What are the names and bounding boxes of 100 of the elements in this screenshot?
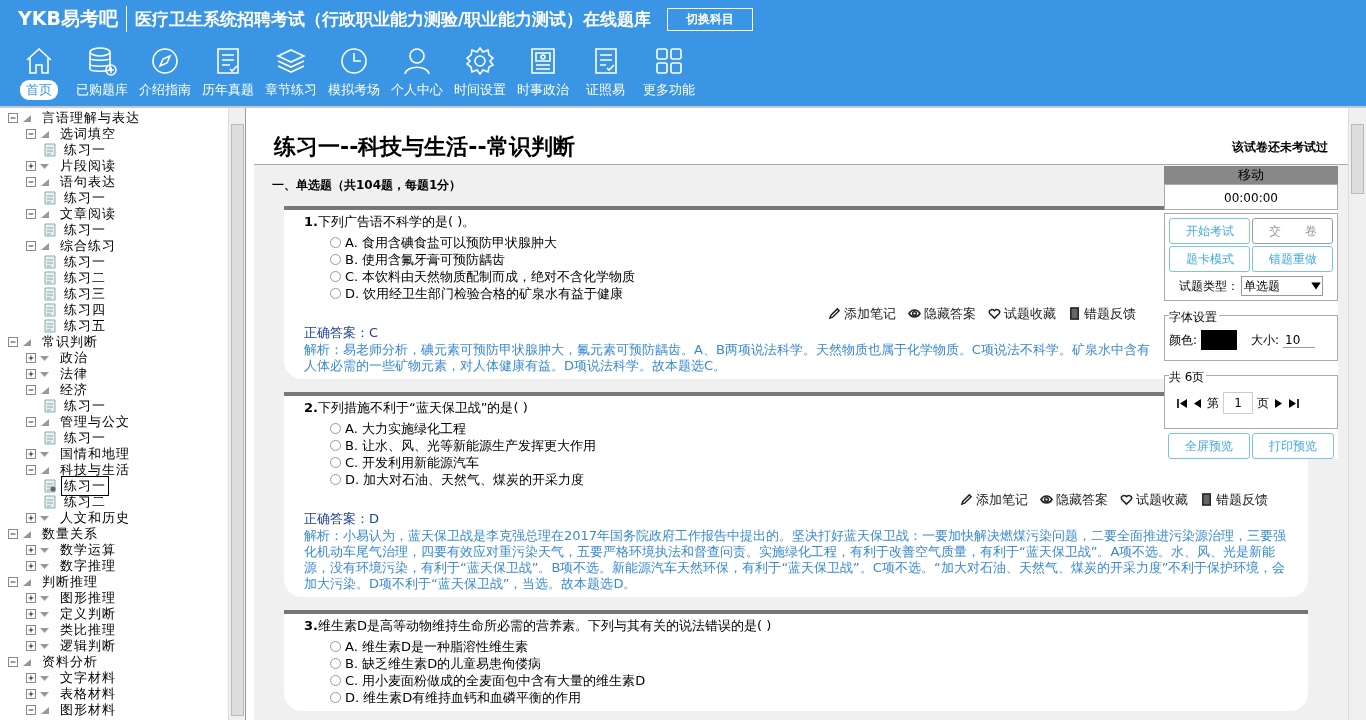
triangle-icon: [21, 113, 32, 123]
explanation-text: 解析：易老师分析，碘元素可预防甲状腺肿大，氟元素可预防龋齿。A、B两项说法科学。天然物质也属于化学物质。C项说法不科学。矿泉水中含有人体必需的一些矿物元素，对人体健康有益。D项说法科学。故本题选C。: [304, 342, 1151, 374]
expand-icon[interactable]: [26, 545, 36, 555]
action-link[interactable]: 错题反馈: [1068, 304, 1136, 323]
scrollbar[interactable]: [228, 108, 245, 720]
radio-button[interactable]: [330, 692, 341, 703]
radio-button[interactable]: [330, 254, 341, 265]
scrollbar[interactable]: [1348, 108, 1366, 720]
triangle-icon: [39, 129, 50, 139]
expand-icon[interactable]: [26, 641, 36, 651]
down-triangle-icon: [39, 369, 50, 379]
option-label[interactable]: B. 缺乏维生素D的儿童易患佝偻病: [345, 654, 542, 673]
option-label[interactable]: D. 饮用经卫生部门检验合格的矿泉水有益于健康: [345, 284, 624, 303]
expand-icon[interactable]: [26, 161, 36, 171]
option-label[interactable]: C. 本饮料由天然物质配制而成，绝对不含化学物质: [345, 267, 636, 286]
collapse-icon[interactable]: [26, 209, 36, 219]
action-link[interactable]: 隐藏答案: [908, 304, 976, 323]
action-link[interactable]: 试题收藏: [988, 304, 1056, 323]
expand-icon[interactable]: [26, 625, 36, 635]
option-label[interactable]: C. 开发利用新能源汽车: [345, 453, 480, 472]
collapse-icon[interactable]: [26, 417, 36, 427]
tree-item[interactable]: 练习一: [61, 476, 109, 496]
triangle-icon: [39, 385, 50, 395]
radio-button[interactable]: [330, 457, 341, 468]
radio-button[interactable]: [330, 474, 341, 485]
option-label[interactable]: A. 大力实施绿化工程: [345, 419, 466, 438]
document-pin-icon: [44, 479, 56, 493]
timer-display: 00:00:00: [1164, 184, 1338, 210]
document-icon: [44, 223, 56, 237]
heart-icon: [1120, 493, 1133, 506]
expand-icon[interactable]: [26, 513, 36, 523]
collapse-icon[interactable]: [8, 337, 18, 347]
radio-button[interactable]: [330, 440, 341, 451]
radio-button[interactable]: [330, 288, 341, 299]
expand-icon[interactable]: [26, 449, 36, 459]
collapse-icon[interactable]: [26, 465, 36, 475]
pencil-icon: [960, 493, 973, 506]
correct-answer: 正确答案：D: [304, 510, 380, 528]
collapse-icon[interactable]: [8, 657, 18, 667]
down-triangle-icon: [39, 513, 50, 523]
expand-icon[interactable]: [26, 609, 36, 619]
collapse-icon[interactable]: [8, 529, 18, 539]
action-link[interactable]: 隐藏答案: [1040, 490, 1108, 509]
collapse-icon[interactable]: [26, 241, 36, 251]
collapse-icon[interactable]: [26, 385, 36, 395]
last-page-icon[interactable]: [1288, 398, 1299, 408]
option-label[interactable]: B. 使用含氟牙膏可预防龋齿: [345, 250, 506, 269]
expand-icon[interactable]: [26, 593, 36, 603]
option-label[interactable]: D. 加大对石油、天然气、煤炭的开采力度: [345, 470, 585, 489]
down-triangle-icon: [39, 161, 50, 171]
type-dropdown[interactable]: 单选题: [1241, 276, 1323, 296]
expand-icon[interactable]: [26, 561, 36, 571]
expand-icon[interactable]: [26, 369, 36, 379]
notebook-icon: [1068, 307, 1081, 320]
radio-button[interactable]: [330, 641, 341, 652]
option-label[interactable]: A. 维生素D是一种脂溶性维生素: [345, 637, 528, 656]
down-triangle-icon: [39, 545, 50, 555]
collapse-icon[interactable]: [26, 129, 36, 139]
triangle-icon: [39, 465, 50, 475]
size-label: 大小:: [1251, 331, 1280, 349]
next-page-icon[interactable]: [1273, 398, 1284, 408]
option-label[interactable]: D. 维生素D有维持血钙和血磷平衡的作用: [345, 688, 582, 707]
down-triangle-icon: [39, 689, 50, 699]
expand-icon[interactable]: [26, 673, 36, 683]
action-link[interactable]: 试题收藏: [1120, 490, 1188, 509]
radio-button[interactable]: [330, 423, 341, 434]
collapse-icon[interactable]: [8, 577, 18, 587]
previous-page-icon[interactable]: [1192, 398, 1203, 408]
question-text: 2.下列措施不利于“蓝天保卫战”的是( ): [304, 399, 529, 417]
triangle-icon: [39, 209, 50, 219]
page-label: 第: [1207, 394, 1219, 412]
group-legend: 共 6页: [1169, 369, 1207, 386]
expand-icon[interactable]: [26, 353, 36, 363]
app-title: 医疗卫生系统招聘考试（行政职业能力测验/职业能力测试）在线题库: [133, 7, 652, 31]
document-icon: [44, 271, 56, 285]
collapse-icon[interactable]: [26, 705, 36, 715]
collapse-icon[interactable]: [8, 113, 18, 123]
action-link[interactable]: 添加笔记: [960, 490, 1028, 509]
question-text: 1.下列广告语不科学的是( )。: [304, 213, 477, 231]
down-triangle-icon: [39, 625, 50, 635]
action-link[interactable]: 错题反馈: [1200, 490, 1268, 509]
radio-button[interactable]: [330, 675, 341, 686]
document-icon: [44, 143, 56, 157]
option-label[interactable]: B. 让水、风、光等新能源生产发挥更大作用: [345, 436, 597, 455]
triangle-icon: [21, 577, 32, 587]
option-label[interactable]: A. 食用含碘食盐可以预防甲状腺肿大: [345, 233, 557, 252]
radio-button[interactable]: [330, 237, 341, 248]
color-swatch[interactable]: [1201, 330, 1238, 350]
action-link[interactable]: 添加笔记: [828, 304, 896, 323]
page-input[interactable]: 1: [1223, 392, 1253, 414]
size-input[interactable]: 10: [1283, 332, 1316, 348]
eye-icon: [1040, 493, 1053, 506]
radio-button[interactable]: [330, 271, 341, 282]
option-label[interactable]: C. 用小麦面粉做成的全麦面包中含有大量的维生素D: [345, 671, 646, 690]
radio-button[interactable]: [330, 658, 341, 669]
notebook-icon: [1200, 493, 1213, 506]
first-page-icon[interactable]: [1177, 398, 1188, 408]
expand-icon[interactable]: [26, 689, 36, 699]
correct-answer: 正确答案：C: [304, 324, 380, 342]
collapse-icon[interactable]: [26, 177, 36, 187]
